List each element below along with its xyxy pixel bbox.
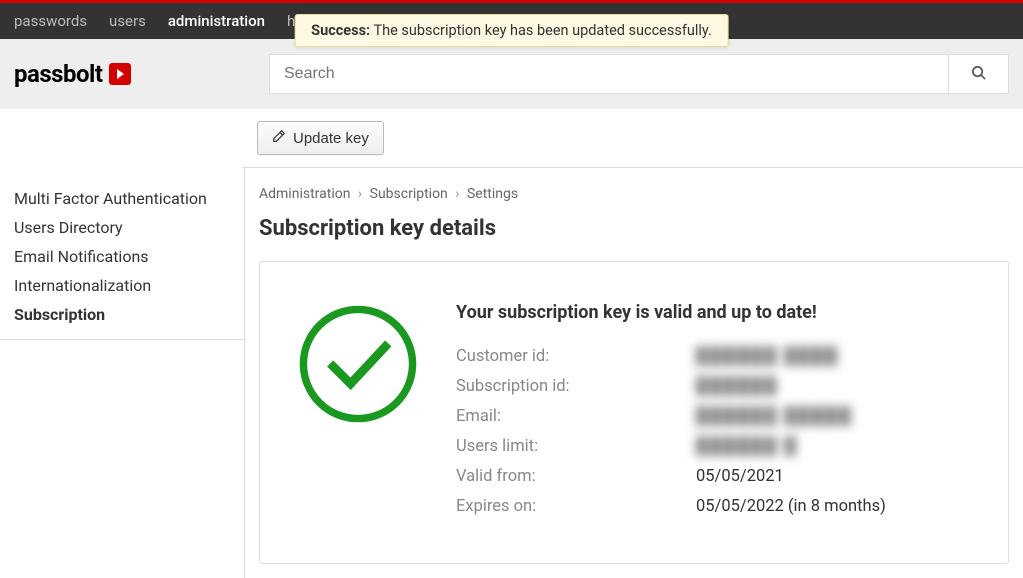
- content: Administration › Subscription › Settings…: [245, 168, 1023, 578]
- search-icon: [971, 65, 986, 84]
- value-subscription-id: ██████: [696, 377, 778, 396]
- row-subscription-id: Subscription id: ██████: [456, 377, 972, 396]
- row-customer-id: Customer id: ██████ ████: [456, 347, 972, 366]
- action-bar: Update key: [243, 109, 1023, 168]
- nav-users[interactable]: users: [109, 12, 146, 30]
- label-customer-id: Customer id:: [456, 347, 696, 366]
- value-valid-from: 05/05/2021: [696, 467, 784, 486]
- header-bar: passbolt: [0, 39, 1023, 109]
- value-email: ██████ █████: [696, 407, 853, 426]
- row-users-limit: Users limit: ██████ █: [456, 437, 972, 456]
- logo-mark-icon: [109, 63, 131, 85]
- valid-message: Your subscription key is valid and up to…: [456, 302, 972, 323]
- nav-administration[interactable]: administration: [168, 12, 265, 30]
- value-expires-on: 05/05/2022 (in 8 months): [696, 497, 886, 516]
- sidebar-item-internationalization[interactable]: Internationalization: [0, 271, 244, 300]
- edit-icon: [272, 129, 286, 147]
- row-expires-on: Expires on: 05/05/2022 (in 8 months): [456, 497, 972, 516]
- value-customer-id: ██████ ████: [696, 347, 839, 366]
- sidebar: Multi Factor Authentication Users Direct…: [0, 168, 245, 578]
- sidebar-item-subscription[interactable]: Subscription: [0, 300, 244, 329]
- check-circle-icon: [296, 302, 420, 430]
- breadcrumb-subscription[interactable]: Subscription: [370, 186, 448, 202]
- update-key-label: Update key: [293, 130, 369, 147]
- search-button[interactable]: [949, 54, 1009, 94]
- label-users-limit: Users limit:: [456, 437, 696, 456]
- label-subscription-id: Subscription id:: [456, 377, 696, 396]
- success-label: Success:: [311, 22, 370, 39]
- breadcrumb-settings: Settings: [467, 186, 518, 202]
- breadcrumb-administration[interactable]: Administration: [259, 186, 350, 202]
- label-valid-from: Valid from:: [456, 467, 696, 486]
- sidebar-item-mfa[interactable]: Multi Factor Authentication: [0, 184, 244, 213]
- sidebar-divider: [0, 339, 244, 340]
- update-key-button[interactable]: Update key: [257, 121, 384, 155]
- sidebar-item-email-notifications[interactable]: Email Notifications: [0, 242, 244, 271]
- row-valid-from: Valid from: 05/05/2021: [456, 467, 972, 486]
- breadcrumb-separator: ›: [358, 186, 362, 202]
- page-title: Subscription key details: [259, 216, 1009, 241]
- logo-text: passbolt: [14, 60, 103, 88]
- label-email: Email:: [456, 407, 696, 426]
- label-expires-on: Expires on:: [456, 497, 696, 516]
- breadcrumb-separator: ›: [455, 186, 459, 202]
- search-input[interactable]: [269, 54, 949, 94]
- success-message: The subscription key has been updated su…: [370, 22, 712, 39]
- sidebar-item-users-directory[interactable]: Users Directory: [0, 213, 244, 242]
- breadcrumb: Administration › Subscription › Settings: [259, 182, 1009, 216]
- row-email: Email: ██████ █████: [456, 407, 972, 426]
- logo[interactable]: passbolt: [14, 60, 131, 88]
- nav-passwords[interactable]: passwords: [14, 12, 87, 30]
- subscription-card: Your subscription key is valid and up to…: [259, 261, 1009, 564]
- value-users-limit: ██████ █: [696, 437, 798, 456]
- success-notice: Success: The subscription key has been u…: [294, 14, 729, 47]
